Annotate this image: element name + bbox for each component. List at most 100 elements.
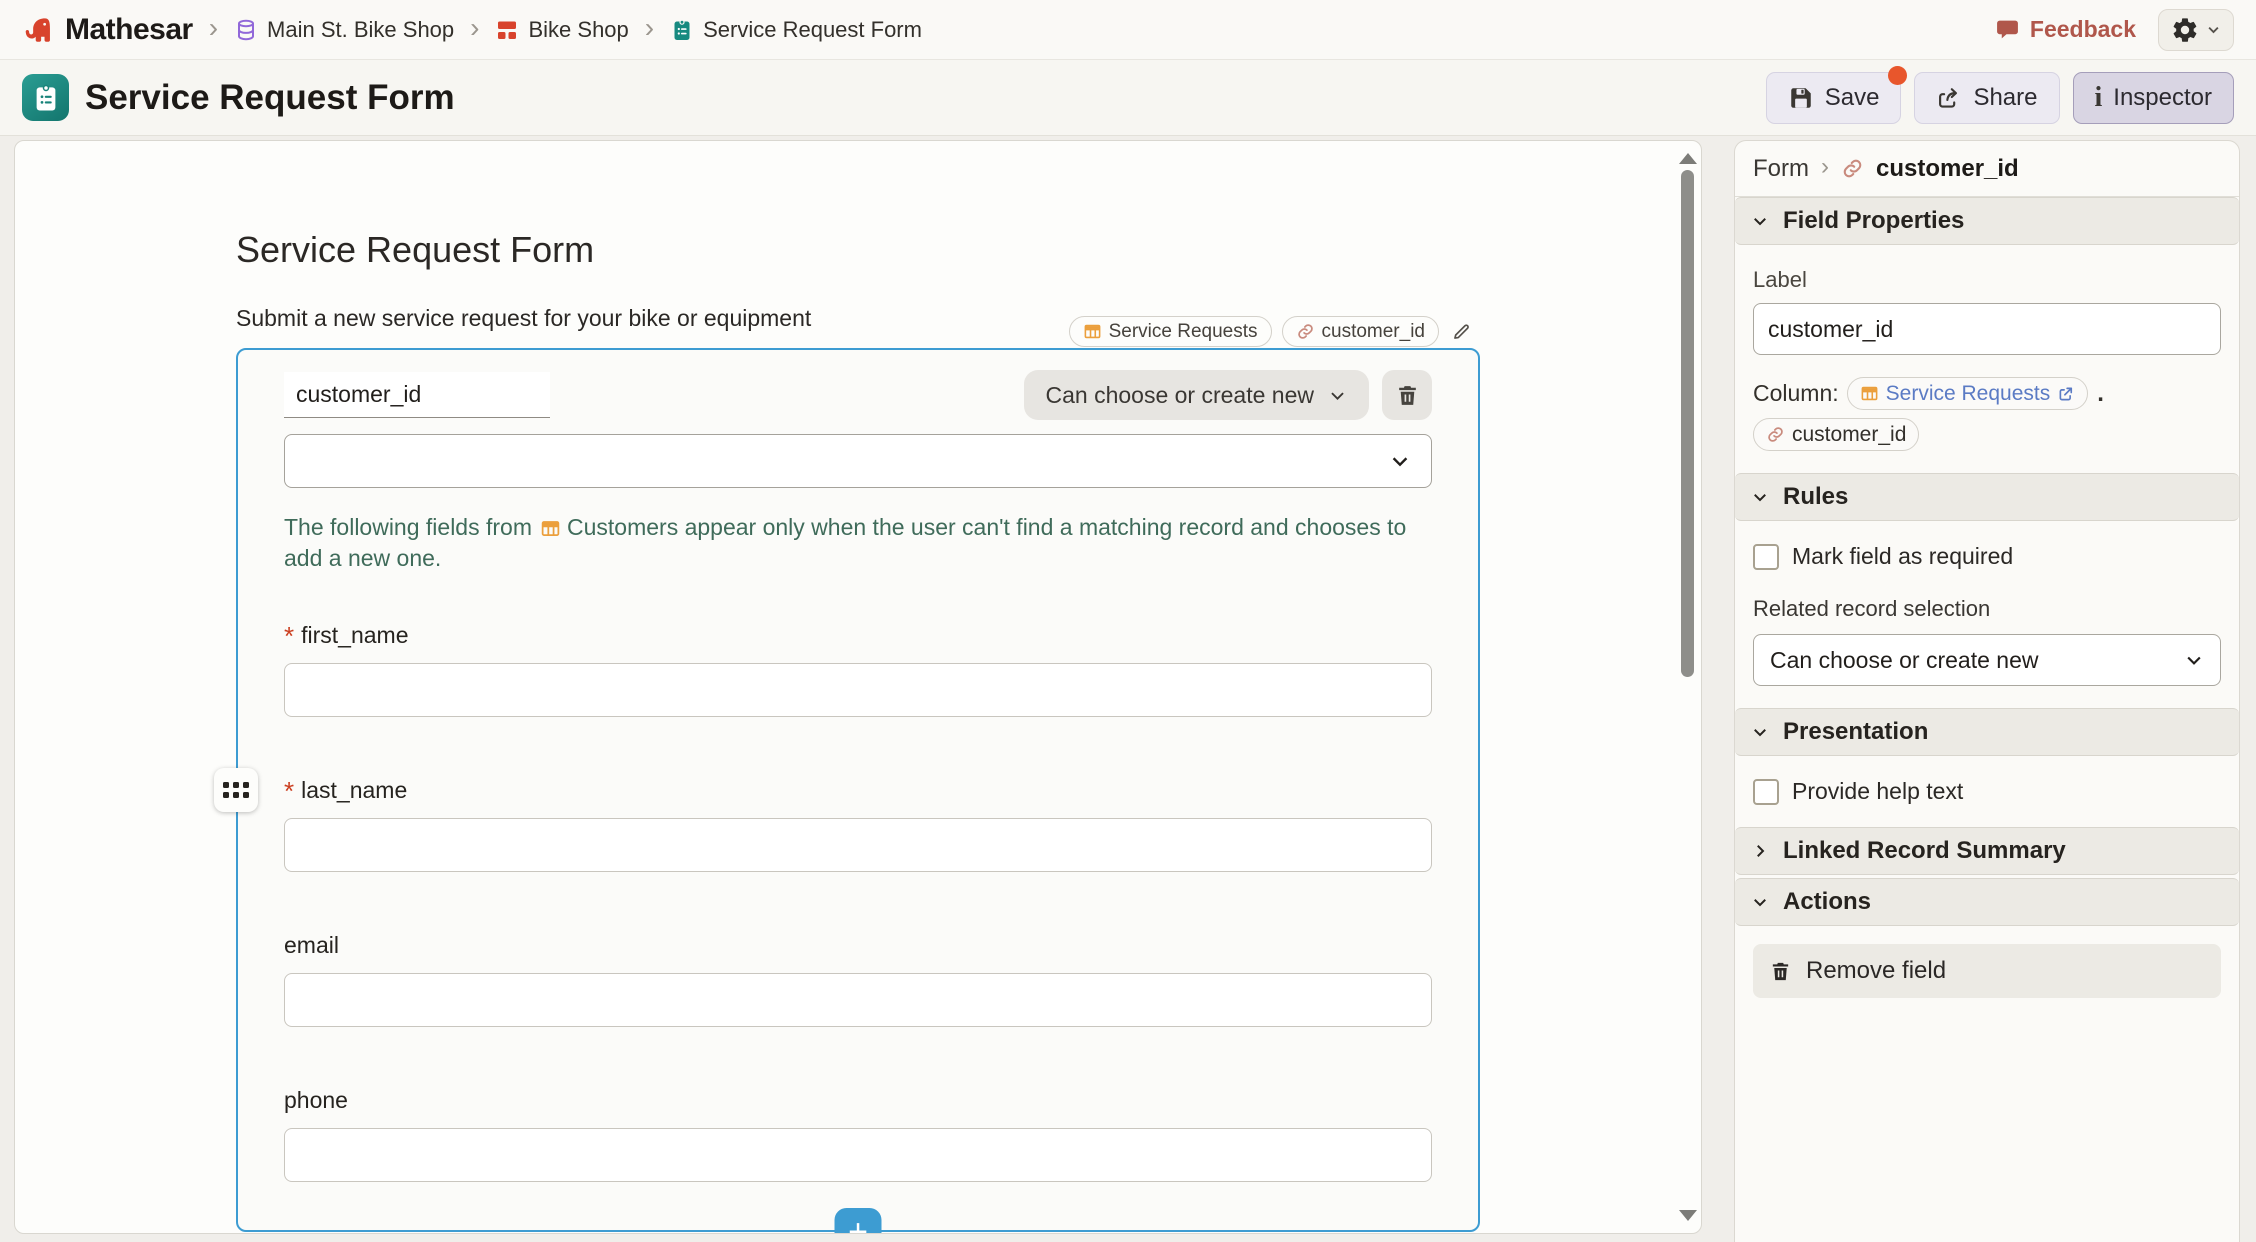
checkbox-unchecked[interactable] — [1753, 779, 1779, 805]
save-label: Save — [1825, 84, 1880, 112]
section-header-actions[interactable]: Actions — [1735, 878, 2239, 926]
table-tag: Service Requests — [1069, 316, 1272, 347]
field-label-input[interactable] — [284, 372, 550, 418]
table-icon — [1860, 384, 1879, 403]
chevron-down-icon — [1751, 212, 1769, 230]
subfield-input[interactable] — [284, 818, 1432, 872]
form-preview-title: Service Request Form — [236, 229, 1480, 271]
edit-pencil-icon[interactable] — [1451, 321, 1472, 342]
share-icon — [1936, 85, 1962, 111]
table-icon — [540, 518, 561, 539]
scrollbar-thumb[interactable] — [1681, 170, 1694, 677]
related-record-selection-dropdown[interactable]: Can choose or create new — [1753, 634, 2221, 686]
section-header-presentation[interactable]: Presentation — [1735, 708, 2239, 756]
column-separator: . — [2097, 380, 2104, 408]
scroll-down-arrow[interactable] — [1679, 1210, 1697, 1221]
column-caption: Column: — [1753, 380, 1839, 407]
related-record-selection-caption: Related record selection — [1753, 596, 2221, 622]
chevron-down-icon — [1751, 488, 1769, 506]
breadcrumb-separator: › — [209, 14, 218, 42]
field-properties-body: Label Column: Service Requests — [1735, 245, 2239, 473]
breadcrumb-separator: › — [1821, 153, 1829, 181]
field-config-row: Can choose or create new — [284, 370, 1432, 420]
canvas-scrollbar — [1678, 145, 1698, 1229]
column-field-pill: customer_id — [1753, 418, 1919, 451]
mark-required-label: Mark field as required — [1792, 543, 2013, 570]
inspector-label: Inspector — [2113, 84, 2212, 112]
subfield-input[interactable] — [284, 973, 1432, 1027]
record-selection-mode-dropdown[interactable]: Can choose or create new — [1024, 370, 1370, 420]
section-header-rules[interactable]: Rules — [1735, 473, 2239, 521]
required-asterisk: * — [284, 778, 294, 804]
section-header-field-properties[interactable]: Field Properties — [1735, 197, 2239, 245]
subfield-group: * first_name — [284, 622, 1432, 717]
checkbox-unchecked[interactable] — [1753, 544, 1779, 570]
header-actions: Save Share i Inspector — [1766, 72, 2234, 124]
form-icon — [670, 18, 694, 42]
page-title: Service Request Form — [85, 78, 455, 118]
mathesar-logo[interactable]: Mathesar — [22, 13, 193, 47]
delete-field-button[interactable] — [1382, 370, 1432, 420]
inspector-toggle-button[interactable]: i Inspector — [2073, 72, 2235, 124]
feedback-label: Feedback — [2030, 16, 2136, 43]
chevron-down-icon — [2184, 650, 2204, 670]
share-label: Share — [1973, 84, 2037, 112]
remove-field-button[interactable]: Remove field — [1753, 944, 2221, 998]
record-picker-select[interactable] — [284, 434, 1432, 488]
unsaved-changes-badge — [1888, 66, 1907, 85]
link-icon — [1296, 322, 1315, 341]
subfield-label: * email — [284, 932, 1432, 959]
breadcrumb-separator: › — [470, 14, 479, 42]
subfield-group: * email — [284, 932, 1432, 1027]
provide-help-text-checkbox-row[interactable]: Provide help text — [1753, 778, 2221, 805]
breadcrumb-separator: › — [645, 14, 654, 42]
label-caption: Label — [1753, 267, 2221, 293]
conditional-fields-info: The following fields from Customers appe… — [284, 512, 1432, 574]
mode-dropdown-label: Can choose or create new — [1046, 382, 1315, 409]
top-navigation-bar: Mathesar › Main St. Bike Shop › — [0, 0, 2256, 60]
settings-menu-button[interactable] — [2158, 9, 2234, 51]
subfield-label: * phone — [284, 1087, 1432, 1114]
breadcrumb-label: Bike Shop — [528, 17, 628, 43]
chevron-down-icon — [2206, 22, 2221, 37]
breadcrumb-form[interactable]: Service Request Form — [670, 17, 922, 43]
gear-icon — [2171, 16, 2199, 44]
save-icon — [1788, 85, 1814, 111]
column-table-link[interactable]: Service Requests — [1847, 377, 2089, 410]
mark-required-checkbox-row[interactable]: Mark field as required — [1753, 543, 2221, 570]
share-button[interactable]: Share — [1914, 72, 2059, 124]
save-button[interactable]: Save — [1766, 72, 1902, 124]
inspector-breadcrumb-root[interactable]: Form — [1753, 155, 1809, 183]
inspector-breadcrumb: Form › customer_id — [1735, 141, 2239, 197]
speech-bubble-icon — [1995, 17, 2020, 42]
column-tag-label: customer_id — [1322, 321, 1426, 343]
inspector-panel: Form › customer_id Field Properties Labe… — [1734, 140, 2240, 1242]
field-config-controls: Can choose or create new — [1024, 370, 1433, 420]
provide-help-text-label: Provide help text — [1792, 778, 1963, 805]
form-preview-column: Service Request Form Submit a new servic… — [236, 141, 1480, 1232]
column-reference-row: Column: Service Requests — [1753, 377, 2221, 451]
link-icon — [1841, 157, 1864, 180]
subfield-label: * last_name — [284, 777, 1432, 804]
breadcrumb-database[interactable]: Main St. Bike Shop — [234, 17, 454, 43]
field-drag-handle[interactable] — [214, 768, 258, 812]
scroll-up-arrow[interactable] — [1679, 153, 1697, 164]
section-header-linked-record-summary[interactable]: Linked Record Summary — [1735, 827, 2239, 875]
selected-field-block[interactable]: Service Requests customer_id — [236, 348, 1480, 1232]
page-header: Service Request Form Save — [0, 60, 2256, 136]
breadcrumb-schema[interactable]: Bike Shop — [495, 17, 628, 43]
add-field-button[interactable]: + — [835, 1208, 882, 1234]
info-icon: i — [2095, 84, 2103, 112]
breadcrumb-label: Service Request Form — [703, 17, 922, 43]
subfield-group: * phone — [284, 1087, 1432, 1182]
field-tags-row: Service Requests customer_id — [1069, 316, 1472, 347]
feedback-button[interactable]: Feedback — [1995, 16, 2136, 43]
chevron-down-icon — [1751, 893, 1769, 911]
app-window: Mathesar › Main St. Bike Shop › — [0, 0, 2256, 1242]
subfield-input[interactable] — [284, 1128, 1432, 1182]
table-icon — [1083, 322, 1102, 341]
field-label-property-input[interactable] — [1753, 303, 2221, 355]
subfield-label: * first_name — [284, 622, 1432, 649]
subfield-input[interactable] — [284, 663, 1432, 717]
elephant-logo-icon — [22, 13, 56, 47]
